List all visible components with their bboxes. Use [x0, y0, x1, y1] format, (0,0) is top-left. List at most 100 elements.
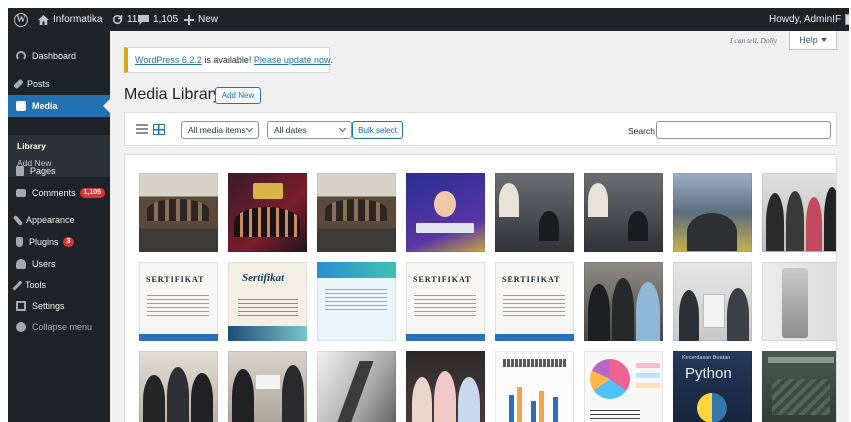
media-toolbar: All media items All dates Bulk select Se…	[124, 112, 837, 146]
my-account-menu[interactable]: Howdy, AdminIF	[769, 8, 849, 31]
sidebar-item-plugins[interactable]: Plugins 3	[8, 231, 110, 253]
chevron-down-icon	[245, 124, 254, 133]
sidebar-item-label: Comments	[32, 188, 76, 198]
comments-menu[interactable]: 1,105	[138, 8, 178, 31]
caret-down-icon	[820, 38, 827, 42]
sidebar-item-label: Pages	[30, 166, 56, 176]
page-title: Media Library	[124, 86, 221, 103]
thumb-text: SERTIFIKAT	[146, 275, 205, 284]
submenu-library[interactable]: Library	[17, 141, 46, 151]
media-item[interactable]: SERTIFIKAT	[406, 262, 485, 341]
wordpress-logo-icon: W	[14, 12, 28, 27]
media-item[interactable]	[317, 173, 396, 252]
avatar	[845, 14, 849, 25]
sidebar-item-posts[interactable]: Posts	[8, 73, 110, 95]
wordpress-version-link[interactable]: WordPress 6.2.2	[135, 55, 202, 65]
add-new-button[interactable]: Add New	[215, 87, 261, 104]
wrench-icon	[12, 280, 23, 290]
media-item[interactable]	[673, 173, 752, 252]
media-item[interactable]	[139, 351, 218, 422]
media-item[interactable]	[406, 173, 485, 252]
media-item[interactable]	[584, 351, 663, 422]
help-label: Help	[799, 35, 818, 45]
list-view-icon[interactable]	[136, 124, 148, 135]
sidebar-item-media[interactable]: Media	[8, 95, 110, 117]
media-item[interactable]	[228, 173, 307, 252]
user-icon	[16, 259, 26, 269]
thumb-subtext: Kecerdasan Buatan	[682, 355, 731, 361]
media-item[interactable]	[762, 351, 836, 422]
sidebar-item-label: Settings	[32, 301, 65, 311]
sidebar-item-label: Dashboard	[32, 51, 77, 61]
media-item[interactable]	[406, 351, 485, 422]
media-item[interactable]	[495, 351, 574, 422]
collapse-menu-button[interactable]: Collapse menu	[8, 316, 110, 338]
thumb-text: SERTIFIKAT	[502, 275, 561, 284]
media-item[interactable]: SERTIFIKAT	[495, 262, 574, 341]
plus-icon	[184, 14, 194, 25]
sidebar-item-settings[interactable]: Settings	[8, 295, 110, 317]
media-item[interactable]	[317, 262, 396, 341]
settings-icon	[16, 301, 26, 311]
help-tab-button[interactable]: Help	[789, 31, 837, 50]
grid-view-icon[interactable]	[153, 124, 165, 135]
dashboard-icon	[16, 51, 26, 61]
media-item[interactable]: Sertifikat	[228, 262, 307, 341]
media-item[interactable]: Kecerdasan Buatan Python	[673, 351, 752, 422]
media-item[interactable]	[495, 173, 574, 252]
sidebar-item-tools[interactable]: Tools	[8, 274, 110, 296]
media-item[interactable]	[762, 262, 836, 341]
home-icon	[38, 14, 49, 25]
new-content-menu[interactable]: New	[184, 8, 218, 31]
bulk-select-button[interactable]: Bulk select	[352, 121, 403, 139]
media-type-value: All media items	[188, 125, 246, 135]
thumb-text: SERTIFIKAT	[413, 275, 472, 284]
media-item[interactable]	[139, 173, 218, 252]
sidebar-item-users[interactable]: Users	[8, 253, 110, 275]
media-item[interactable]	[584, 173, 663, 252]
notice-period: .	[330, 55, 333, 65]
pin-icon	[13, 78, 24, 90]
chevron-down-icon	[338, 124, 347, 133]
sidebar-item-label: Appearance	[26, 215, 75, 225]
thumb-text: Sertifikat	[242, 272, 285, 284]
comment-icon	[138, 14, 149, 25]
collapse-icon	[16, 322, 26, 332]
plugins-badge: 3	[62, 237, 75, 247]
sidebar-item-comments[interactable]: Comments 1,105	[8, 182, 110, 204]
media-icon	[16, 101, 26, 111]
date-filter[interactable]: All dates	[267, 121, 352, 139]
media-item[interactable]: SERTIFIKAT	[139, 262, 218, 341]
search-input[interactable]	[656, 121, 831, 139]
update-now-link[interactable]: Please update now	[254, 55, 331, 65]
date-value: All dates	[274, 125, 307, 135]
search-label: Search	[628, 126, 655, 136]
sidebar-item-appearance[interactable]: Appearance	[8, 209, 110, 231]
comment-icon	[16, 189, 26, 197]
media-item[interactable]	[762, 173, 836, 252]
admin-bar: W Informatika 11 1,105 New Howdy, AdminI…	[8, 8, 849, 31]
updates-icon	[112, 14, 123, 25]
media-type-filter[interactable]: All media items	[181, 121, 259, 139]
sidebar-item-dashboard[interactable]: Dashboard	[8, 45, 110, 67]
notice-text: is available!	[201, 55, 254, 65]
thumb-text: Python	[685, 365, 732, 382]
comments-count: 1,105	[153, 14, 179, 25]
sidebar-item-label: Tools	[25, 280, 47, 290]
sidebar-item-label: Posts	[27, 79, 50, 89]
sidebar-item-label: Plugins	[29, 237, 59, 247]
new-label: New	[198, 14, 219, 25]
media-item[interactable]	[228, 351, 307, 422]
media-item[interactable]	[584, 262, 663, 341]
updates-menu[interactable]: 11	[112, 8, 137, 31]
update-notice: WordPress 6.2.2 is available! Please upd…	[124, 47, 333, 73]
wp-admin-window: W Informatika 11 1,105 New Howdy, AdminI…	[8, 8, 849, 422]
site-name: Informatika	[53, 14, 103, 25]
site-name-menu[interactable]: Informatika	[38, 8, 102, 31]
page-icon	[16, 166, 24, 176]
howdy-text: Howdy, AdminIF	[769, 14, 842, 25]
media-item[interactable]	[317, 351, 396, 422]
media-item[interactable]	[673, 262, 752, 341]
wp-logo-menu[interactable]: W	[14, 8, 28, 31]
sidebar-item-pages[interactable]: Pages	[8, 160, 110, 182]
